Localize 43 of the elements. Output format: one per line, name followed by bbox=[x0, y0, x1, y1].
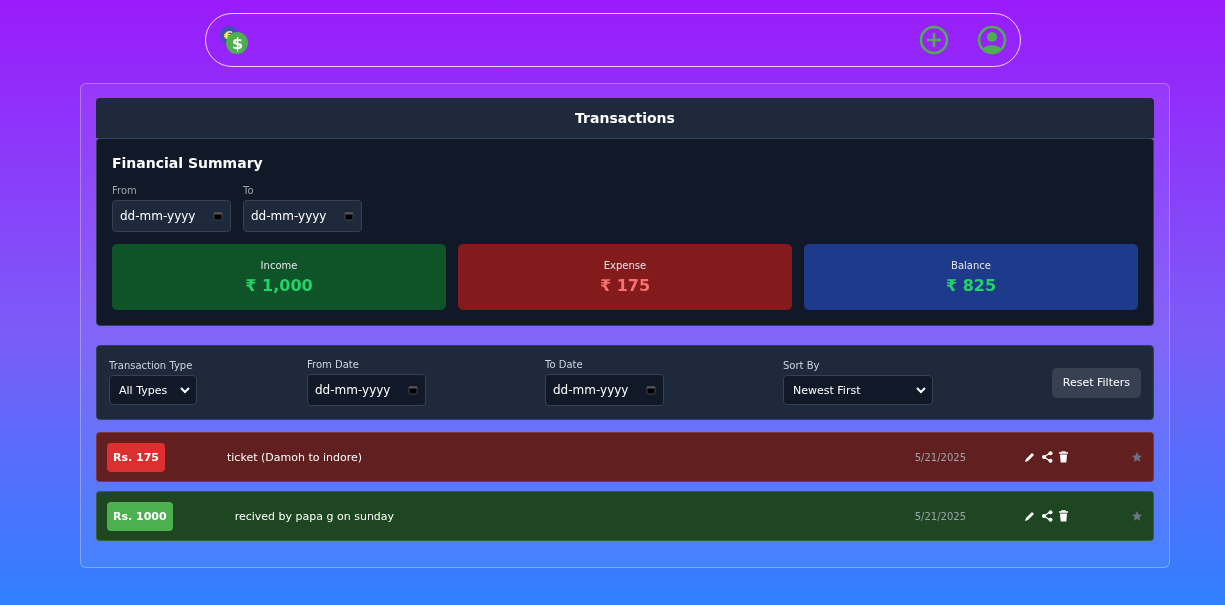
delete-icon[interactable] bbox=[1058, 510, 1069, 522]
field-label: From bbox=[112, 185, 138, 196]
card-label: Income bbox=[260, 259, 298, 271]
card-label: Balance bbox=[951, 259, 991, 271]
field-label: Transaction Type bbox=[109, 360, 194, 371]
calendar-icon[interactable] bbox=[213, 211, 223, 221]
chevron-down-icon bbox=[916, 386, 926, 394]
field-label: To bbox=[243, 185, 255, 196]
card-amount: ₹ 825 bbox=[945, 275, 997, 295]
date-field[interactable]: dd-mm-yyyy bbox=[545, 374, 664, 406]
field-label: Sort By bbox=[783, 360, 821, 371]
transaction-date: 5/21/2025 bbox=[914, 510, 966, 522]
card-amount: ₹ 1,000 bbox=[245, 275, 313, 295]
delete-icon[interactable] bbox=[1058, 451, 1069, 463]
user-profile-icon[interactable] bbox=[976, 25, 1007, 55]
calendar-icon[interactable] bbox=[344, 211, 354, 221]
edit-icon[interactable] bbox=[1024, 451, 1036, 463]
date-field[interactable]: dd-mm-yyyy bbox=[307, 374, 426, 406]
section-title: Financial Summary bbox=[112, 155, 264, 171]
calendar-icon[interactable] bbox=[646, 385, 656, 395]
chevron-down-icon bbox=[180, 386, 190, 394]
star-icon[interactable] bbox=[1131, 510, 1143, 522]
share-icon[interactable] bbox=[1041, 510, 1053, 522]
sort-select[interactable]: Newest First bbox=[783, 375, 933, 405]
field-label: To Date bbox=[545, 359, 584, 370]
page-title: Transactions bbox=[575, 110, 675, 126]
reset-filters-button[interactable]: Reset Filters bbox=[1051, 367, 1141, 398]
edit-icon[interactable] bbox=[1024, 510, 1036, 522]
date-field[interactable]: dd-mm-yyyy bbox=[112, 200, 231, 232]
share-icon[interactable] bbox=[1041, 451, 1053, 463]
transaction-date: 5/21/2025 bbox=[914, 451, 966, 463]
add-icon[interactable] bbox=[918, 25, 949, 55]
date-field[interactable]: dd-mm-yyyy bbox=[243, 200, 362, 232]
card-label: Expense bbox=[603, 259, 647, 271]
type-select[interactable]: All Types bbox=[109, 375, 197, 405]
amount-badge: Rs. 175 bbox=[107, 442, 165, 472]
transaction-description: recived by papa g on sunday bbox=[234, 509, 395, 523]
calendar-icon[interactable] bbox=[408, 385, 418, 395]
card-amount: ₹ 175 bbox=[599, 275, 651, 295]
amount-badge: Rs. 1000 bbox=[107, 501, 173, 531]
star-icon[interactable] bbox=[1131, 451, 1143, 463]
field-label: From Date bbox=[307, 359, 360, 370]
transaction-description: ticket (Damoh to indore) bbox=[227, 450, 362, 464]
